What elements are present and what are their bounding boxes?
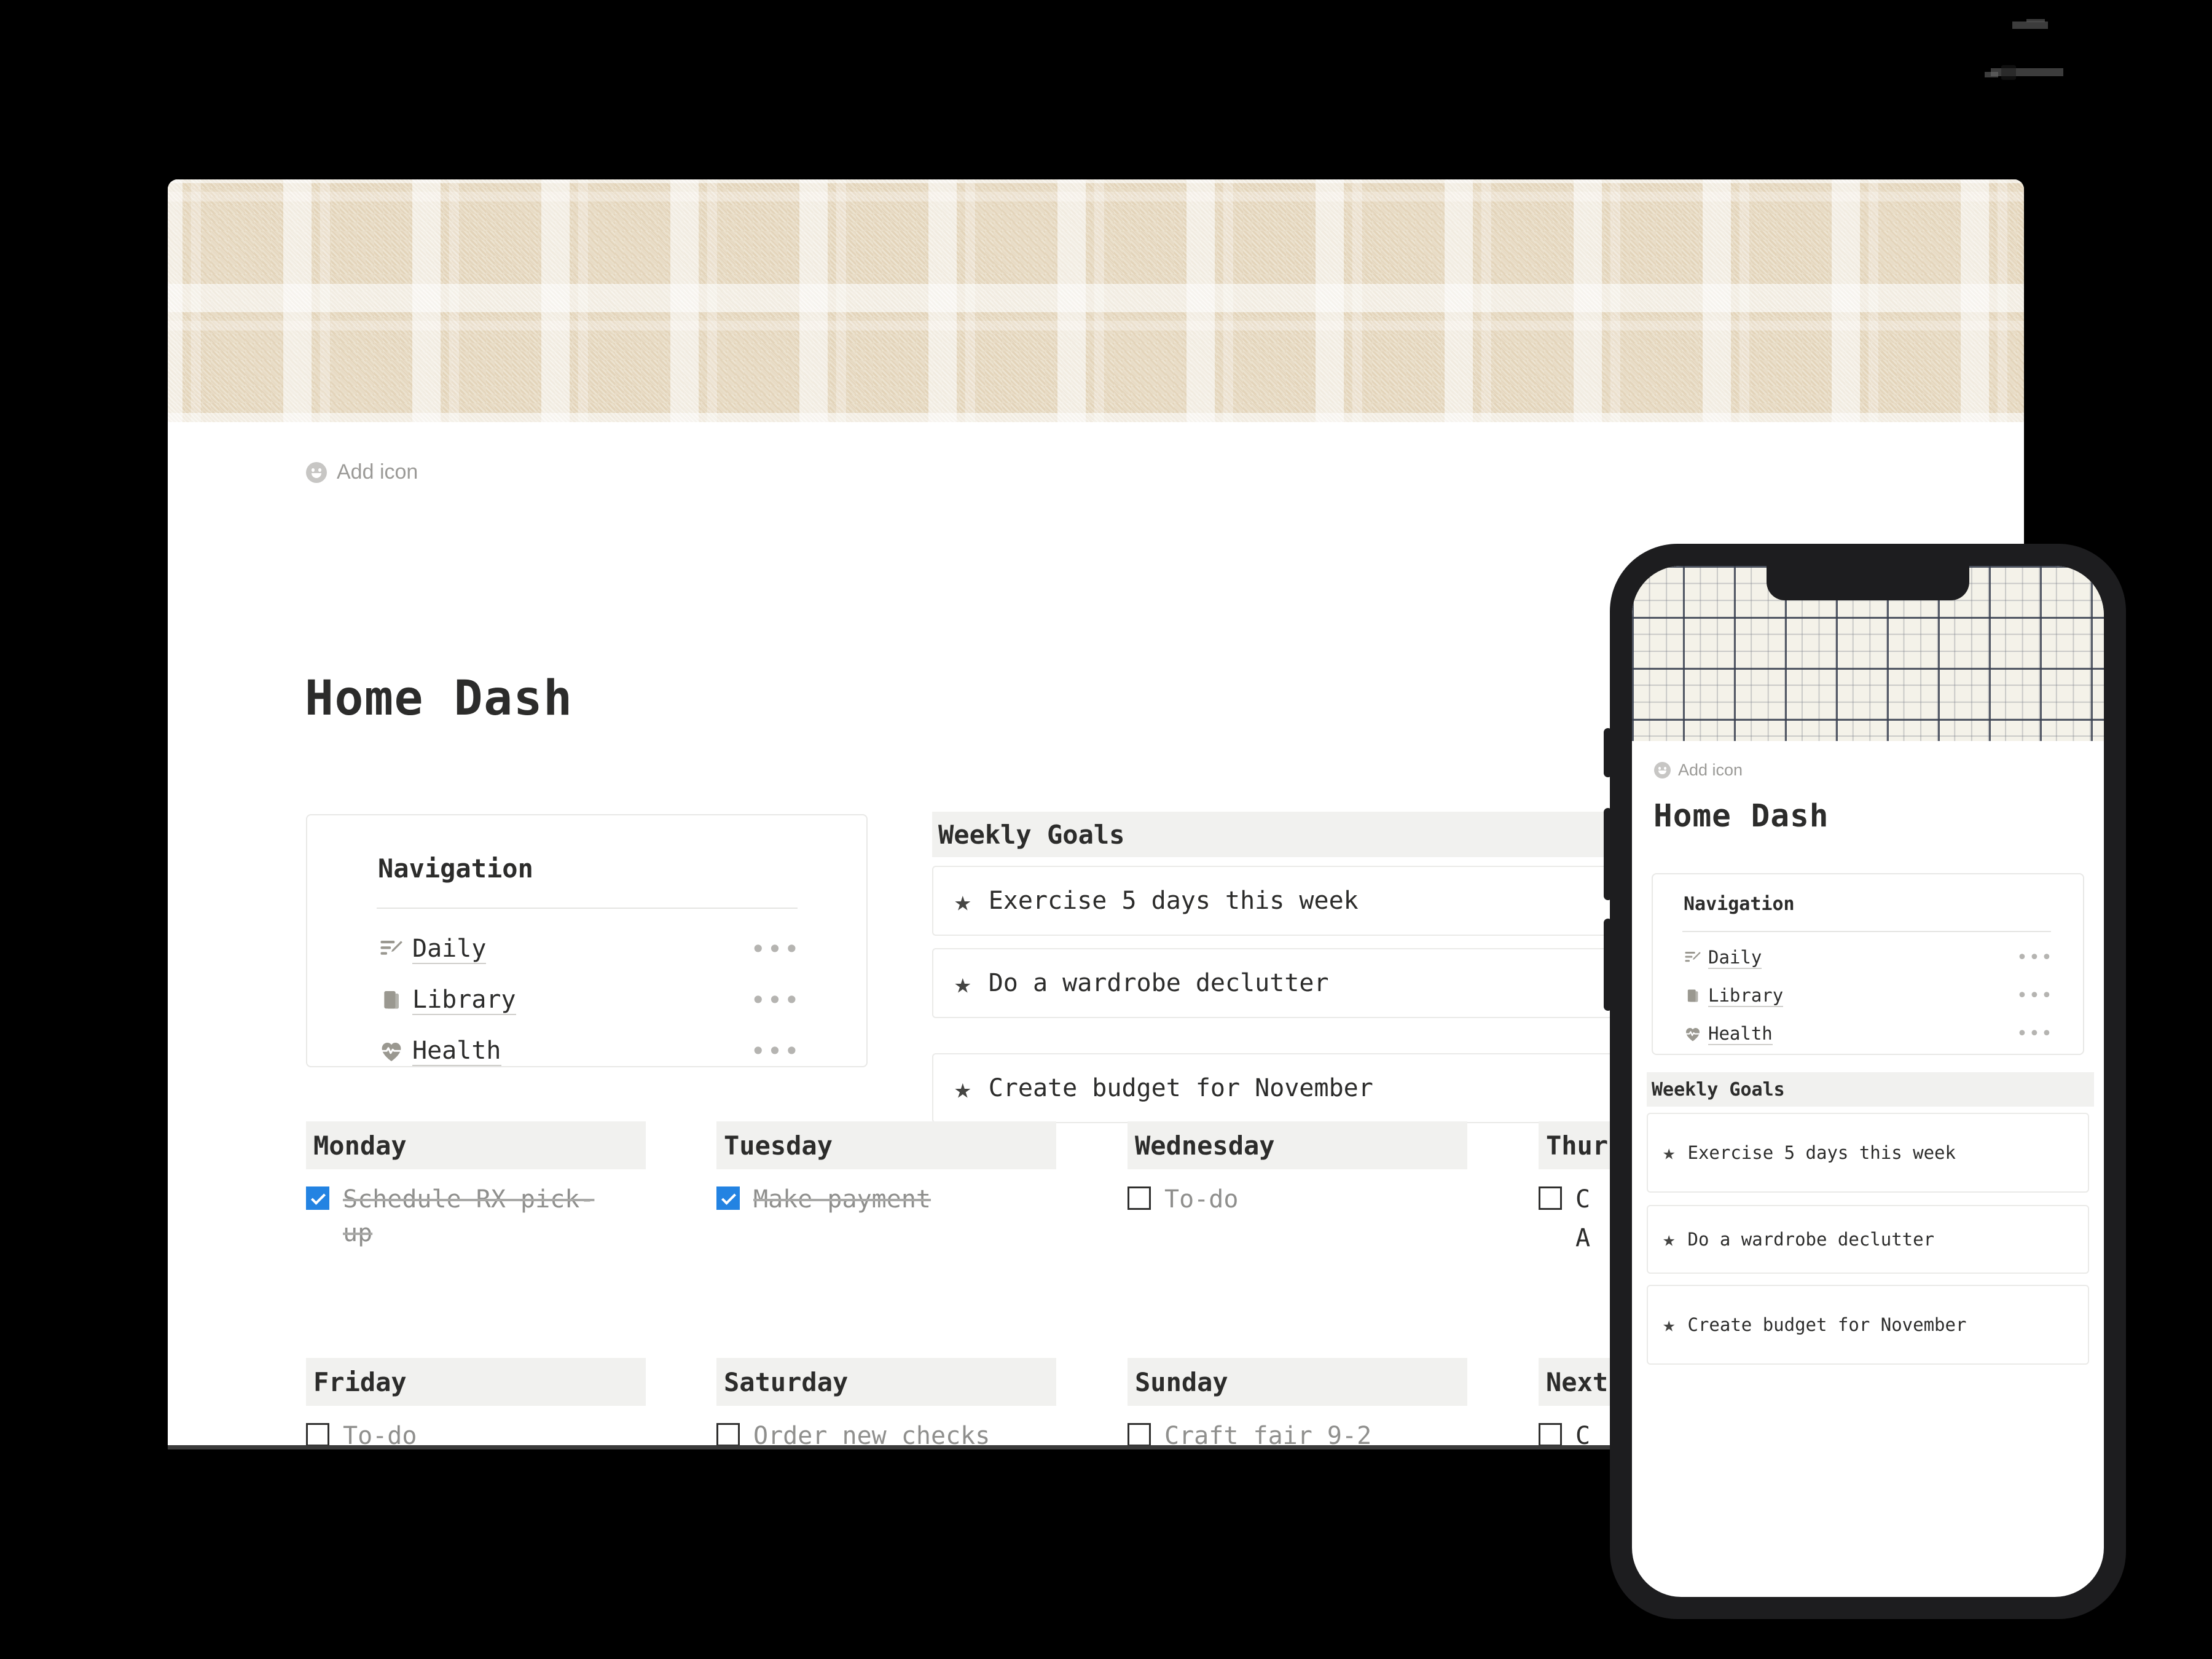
more-options-icon[interactable]: ••• [750,936,801,961]
phone-goal-text: Create budget for November [1687,1314,1967,1335]
more-options-icon[interactable]: ••• [2017,987,2053,1005]
navigation-card-title: Navigation [378,853,533,884]
phone-goal-card[interactable]: ★ Do a wardrobe declutter [1647,1205,2089,1274]
phone-sidebar-item-daily[interactable]: Daily ••• [1682,945,2053,971]
day-header: Saturday [716,1358,1056,1406]
day-column-sunday: Sunday Craft fair 9-2 [1128,1358,1467,1449]
phone-sidebar-item-label: Daily [1708,947,1762,969]
phone-sidebar-item-label: Health [1708,1023,1773,1045]
phone-volume-down-button[interactable] [1604,919,1612,1011]
phone-mute-button[interactable] [1604,728,1612,777]
goal-text: Do a wardrobe declutter [988,969,1329,997]
more-options-icon[interactable]: ••• [750,987,801,1012]
page-cover-plaid [168,179,2024,422]
day-header: Sunday [1128,1358,1467,1406]
day-column-tuesday: Tuesday Make payment [716,1121,1056,1217]
edit-list-icon [1682,947,1703,968]
phone-sidebar-item-library[interactable]: Library ••• [1682,983,2053,1009]
watermark-artifact [2026,19,2045,22]
star-icon: ★ [1663,1227,1676,1252]
sidebar-item-daily[interactable]: Daily ••• [377,931,801,968]
phone-add-icon-label: Add icon [1678,761,1743,779]
watermark-artifact [2001,65,2016,80]
day-header: Wednesday [1128,1121,1467,1169]
sidebar-item-health[interactable]: Health ••• [377,1033,801,1070]
day-column-wednesday: Wednesday To-do [1128,1121,1467,1217]
star-icon: ★ [1663,1312,1676,1337]
sidebar-item-label: Library [412,986,516,1015]
book-icon [377,986,406,1015]
phone-notch [1767,566,1969,600]
goal-text: Create budget for November [988,1074,1373,1102]
watermark-artifact [2012,22,2048,29]
phone-volume-up-button[interactable] [1604,808,1612,900]
todo-checkbox[interactable] [716,1186,740,1210]
phone-page-title: Home Dash [1653,798,1829,834]
phone-goal-card[interactable]: ★ Create budget for November [1647,1285,2089,1365]
todo-checkbox[interactable] [1128,1186,1151,1210]
todo-checkbox[interactable] [1539,1423,1562,1445]
todo-text: To-do [1164,1185,1239,1214]
divider [377,908,798,909]
phone-sidebar-item-health[interactable]: Health ••• [1682,1021,2053,1047]
more-options-icon[interactable]: ••• [750,1038,801,1063]
day-header: Monday [306,1121,646,1169]
todo-checkbox[interactable] [306,1186,329,1210]
book-icon [1682,986,1703,1006]
star-icon: ★ [954,1072,971,1105]
smiley-face-icon [306,461,327,483]
star-icon: ★ [1663,1140,1676,1165]
smiley-face-icon [1654,762,1671,779]
day-header: Tuesday [716,1121,1056,1169]
phone-goal-text: Do a wardrobe declutter [1687,1228,1935,1250]
divider [1682,931,2051,932]
weekly-goals-header: Weekly Goals [932,812,1626,857]
todo-text: Craft fair 9-2 [1164,1422,1372,1449]
todo-checkbox[interactable] [716,1423,740,1445]
add-icon-button[interactable]: Add icon [306,460,2024,484]
phone-add-icon-button[interactable]: Add icon [1654,761,1743,780]
more-options-icon[interactable]: ••• [2017,949,2053,967]
day-column-saturday: Saturday Order new checks [716,1358,1056,1449]
heart-pulse-icon [1682,1024,1703,1045]
day-header: Friday [306,1358,646,1406]
add-icon-label: Add icon [337,460,418,484]
todo-text: Order new checks [753,1422,990,1449]
todo-checkbox[interactable] [1539,1186,1562,1210]
todo-text: Make payment [753,1185,931,1214]
watermark-artifact [1985,72,1998,77]
phone-mockup: Add icon Home Dash Navigation Daily ••• … [1604,544,2126,1619]
todo-checkbox[interactable] [1128,1423,1151,1445]
navigation-card: Navigation Daily ••• Library ••• Health … [306,814,868,1067]
todo-text: To-do [343,1422,417,1449]
todo-text: Schedule RX pick-up [343,1185,595,1248]
sidebar-item-label: Health [412,1037,501,1066]
phone-sidebar-item-label: Library [1708,985,1784,1007]
todo-checkbox[interactable] [306,1423,329,1445]
edit-list-icon [377,935,406,964]
star-icon: ★ [954,884,971,917]
goal-card[interactable]: ★ Exercise 5 days this week [932,866,1623,936]
phone-goal-card[interactable]: ★ Exercise 5 days this week [1647,1113,2089,1193]
phone-navigation-card: Navigation Daily ••• Library ••• Health … [1652,873,2084,1055]
phone-navigation-card-title: Navigation [1684,893,1795,915]
star-icon: ★ [954,967,971,1000]
day-column-friday: Friday To-do [306,1358,646,1449]
phone-goal-text: Exercise 5 days this week [1687,1142,1956,1163]
goal-card[interactable]: ★ Create budget for November [932,1053,1623,1123]
goal-card[interactable]: ★ Do a wardrobe declutter [932,948,1623,1018]
goal-text: Exercise 5 days this week [988,887,1359,915]
phone-weekly-goals-header: Weekly Goals [1647,1072,2094,1107]
day-column-monday: Monday Schedule RX pick-up [306,1121,646,1250]
more-options-icon[interactable]: ••• [2017,1025,2053,1043]
phone-screen: Add icon Home Dash Navigation Daily ••• … [1632,566,2104,1597]
sidebar-item-label: Daily [412,935,487,964]
heart-pulse-icon [377,1037,406,1066]
sidebar-item-library[interactable]: Library ••• [377,982,801,1019]
